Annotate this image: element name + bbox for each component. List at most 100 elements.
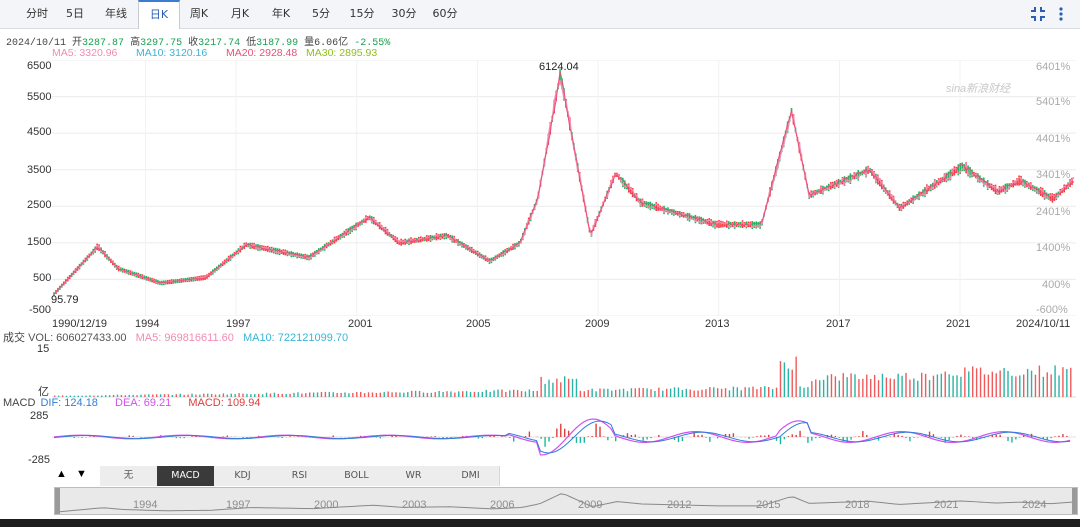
tab-15min[interactable]: 15分: [340, 0, 384, 28]
indicator-kdj[interactable]: KDJ: [214, 466, 272, 486]
volume-bar: [889, 378, 892, 397]
macd-bar: [73, 437, 76, 438]
macd-bar: [964, 436, 966, 437]
volume-bar: [646, 388, 648, 397]
macd-bar: [332, 435, 334, 437]
volume-bar: [595, 391, 597, 397]
navigator-year: 2024: [1022, 499, 1047, 511]
volume-bar: [418, 390, 421, 397]
macd-bar: [787, 436, 790, 437]
volume-bar: [548, 379, 550, 397]
volume-bar: [850, 373, 852, 397]
navigator-left-handle[interactable]: [55, 488, 60, 514]
down-arrow-button[interactable]: ▼: [76, 468, 87, 480]
volume-bar: [599, 388, 601, 397]
macd-bar: [175, 437, 178, 439]
max-annotation: 6124.04: [539, 61, 579, 73]
volume-bar: [320, 391, 323, 397]
volume-bar: [811, 381, 813, 397]
volume-bar: [717, 388, 719, 397]
volume-bar: [662, 390, 664, 397]
tab-daily-k[interactable]: 日K: [138, 0, 180, 29]
macd-bar: [132, 435, 134, 437]
volume-bar: [870, 378, 872, 397]
volume-bar: [587, 389, 589, 397]
volume-bar: [414, 390, 417, 397]
volume-bar: [775, 387, 778, 397]
macd-bar: [552, 437, 554, 438]
macd-bar: [866, 434, 868, 437]
tab-year-line[interactable]: 年线: [94, 0, 138, 28]
tab-timeshare[interactable]: 分时: [18, 0, 56, 28]
volume-bar: [736, 387, 739, 397]
y-tick-label: -500: [29, 304, 52, 316]
macd-bar: [297, 436, 299, 437]
macd-bar: [940, 437, 943, 438]
volume-bar: [411, 390, 413, 397]
macd-bar: [556, 428, 558, 437]
volume-bar: [764, 386, 766, 397]
tab-60min[interactable]: 60分: [424, 0, 466, 28]
price-kline-chart[interactable]: [52, 60, 1076, 316]
volume-bar: [520, 391, 523, 397]
y-tick-label: 1500: [27, 236, 52, 248]
volume-bar: [768, 387, 770, 397]
navigator-right-handle[interactable]: [1072, 488, 1077, 514]
macd-chart[interactable]: [52, 410, 1076, 464]
more-menu-icon[interactable]: [1056, 5, 1066, 23]
volume-bar: [709, 387, 711, 397]
indicator-rsi[interactable]: RSI: [271, 466, 329, 486]
volume-bar: [673, 387, 676, 397]
volume-bar: [618, 389, 621, 397]
period-tab-bar: 分时 5日 年线 日K 周K 月K 年K 5分 15分 30分 60分: [0, 0, 1080, 29]
volume-bar: [728, 390, 731, 397]
volume-bar: [360, 391, 362, 397]
tab-monthly-k[interactable]: 月K: [220, 0, 260, 28]
macd-bar: [89, 436, 91, 437]
tab-5min[interactable]: 5分: [302, 0, 340, 28]
volume-bar: [536, 391, 538, 397]
volume-chart[interactable]: [52, 342, 1076, 398]
up-arrow-button[interactable]: ▲: [56, 468, 67, 480]
volume-bar: [1023, 374, 1025, 397]
macd-bar: [799, 430, 801, 437]
macd-bar: [795, 434, 797, 437]
macd-bar: [677, 437, 680, 443]
tab-yearly-k[interactable]: 年K: [260, 0, 302, 28]
x-tick-label: 2009: [585, 318, 610, 330]
ma30-legend: MA30: 2895.93: [306, 47, 378, 59]
volume-bar: [493, 390, 495, 397]
macd-bar: [748, 437, 750, 439]
volume-bar: [748, 387, 750, 397]
volume-bar: [921, 372, 923, 397]
volume-bar: [301, 393, 303, 397]
collapse-icon[interactable]: [1029, 5, 1047, 23]
bottom-scrollbar[interactable]: [0, 519, 1080, 527]
macd-bottom-label: -285: [28, 454, 51, 466]
indicator-dmi[interactable]: DMI: [442, 466, 500, 486]
volume-bar: [297, 392, 299, 397]
tab-5day[interactable]: 5日: [56, 0, 94, 28]
volume-bar: [630, 388, 633, 397]
volume-bar: [803, 387, 805, 397]
tab-weekly-k[interactable]: 周K: [178, 0, 220, 28]
indicator-boll[interactable]: BOLL: [328, 466, 386, 486]
volume-bar: [964, 367, 966, 397]
volume-bar: [324, 391, 327, 397]
macd-bar: [222, 436, 225, 437]
navigator-year: 2009: [578, 499, 603, 511]
volume-bar: [677, 387, 680, 397]
range-navigator[interactable]: [54, 487, 1078, 515]
macd-bar: [999, 434, 1001, 437]
volume-bar: [634, 388, 637, 397]
indicator-wr[interactable]: WR: [385, 466, 443, 486]
macd-bar: [591, 436, 593, 437]
indicator-macd[interactable]: MACD: [157, 466, 215, 486]
volume-bar: [1050, 374, 1052, 397]
volume-bar: [442, 391, 444, 397]
navigator-year: 2021: [934, 499, 959, 511]
volume-bar: [564, 376, 566, 397]
tab-30min[interactable]: 30分: [384, 0, 424, 28]
macd-bar: [615, 437, 617, 442]
indicator-none[interactable]: 无: [100, 466, 158, 486]
